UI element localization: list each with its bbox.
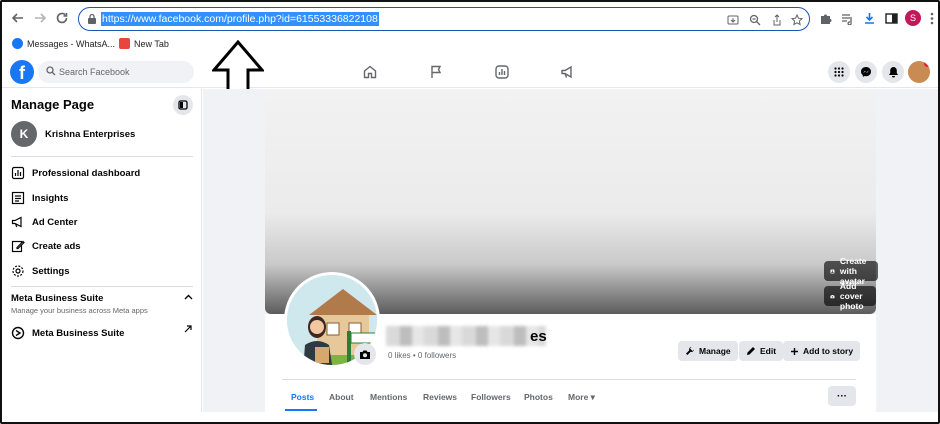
- screenshot-border: [0, 0, 940, 424]
